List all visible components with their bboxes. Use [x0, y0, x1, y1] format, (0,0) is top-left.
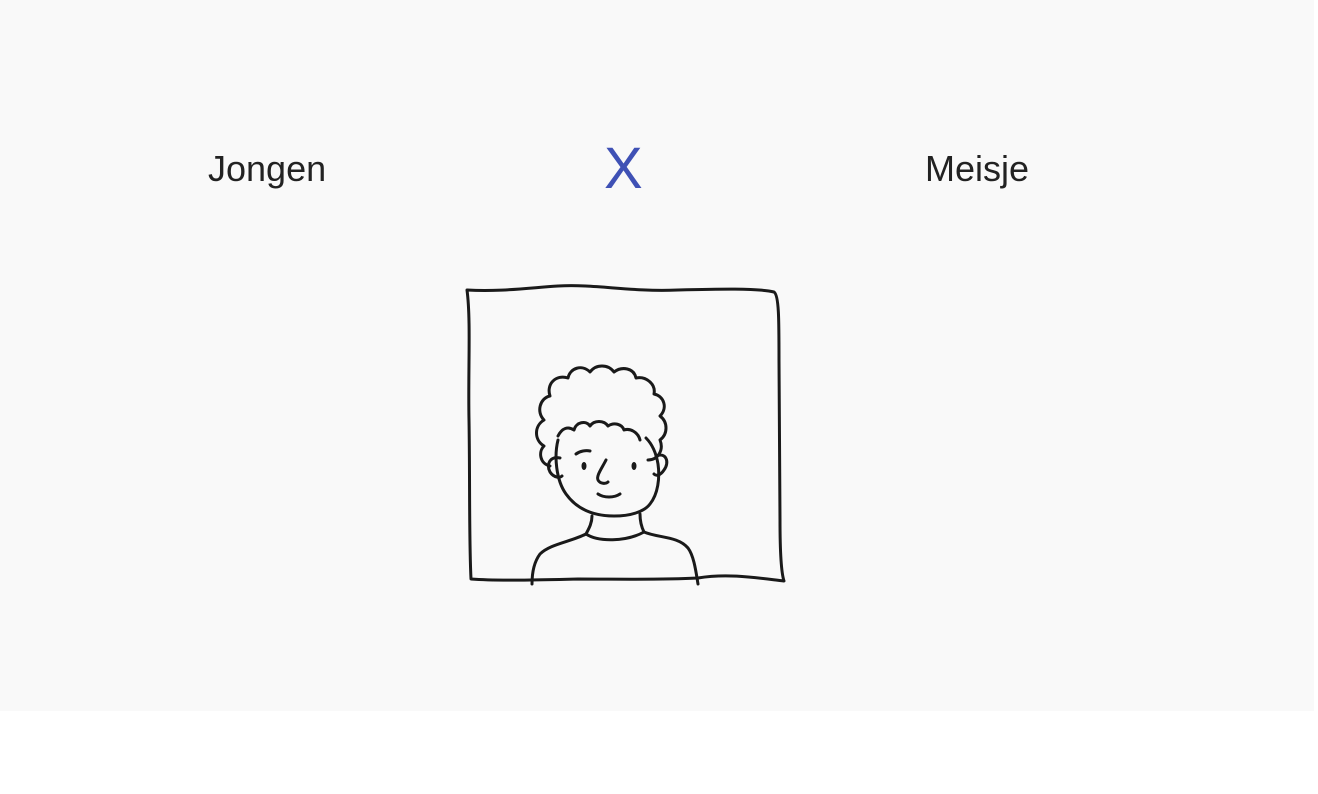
result-x-mark: X: [604, 136, 643, 201]
classification-stage: Jongen X Meisje: [0, 0, 1314, 711]
option-jongen[interactable]: Jongen: [208, 148, 326, 190]
option-meisje[interactable]: Meisje: [925, 148, 1029, 190]
stimulus-image: [458, 280, 794, 592]
boy-sketch-icon: [465, 284, 786, 586]
